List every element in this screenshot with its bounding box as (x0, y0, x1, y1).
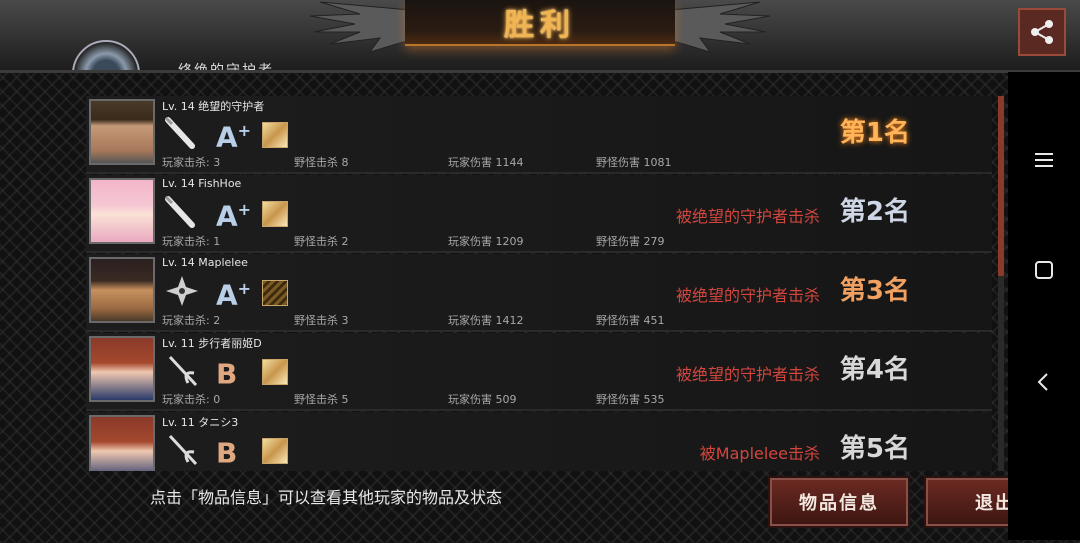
monster-damage: 野怪伤害 535 (596, 393, 665, 406)
player-level-name: Lv. 14 FishHoe (162, 177, 242, 190)
menu-icon[interactable] (1032, 148, 1056, 172)
player-portrait[interactable] (89, 415, 155, 471)
right-wing-ornament-icon (670, 1, 771, 53)
player-kills: 玩家击杀: 1 (162, 235, 221, 248)
bat-icon (162, 195, 202, 229)
victory-title: 胜利 (504, 8, 576, 43)
killed-by-text: 被Maplelee击杀 (699, 444, 820, 463)
player-row[interactable]: Lv. 11 タニシ3 B 被Maplelee击杀 第5名 (86, 412, 992, 471)
monster-damage: 野怪伤害 451 (596, 314, 665, 327)
monster-kills: 野怪击杀 5 (294, 393, 349, 406)
grade-badge: A+ (216, 199, 252, 233)
player-damage: 玩家伤害 1144 (448, 156, 524, 169)
share-icon (1031, 20, 1053, 44)
player-portrait[interactable] (89, 178, 155, 244)
player-row[interactable]: Lv. 14 绝望的守护者 A+ 玩家击杀: 3 野怪击杀 8 玩家伤害 1144 野怪伤… (86, 96, 992, 174)
item-info-button[interactable]: 物品信息 (768, 476, 910, 528)
player-level-name: Lv. 14 Maplelee (162, 256, 248, 269)
home-icon[interactable] (1032, 258, 1056, 282)
item-icon[interactable] (262, 201, 288, 227)
item-icon[interactable] (262, 438, 288, 464)
rank-label: 第3名 (839, 276, 910, 306)
android-nav-bar (1008, 72, 1080, 540)
player-row[interactable]: Lv. 11 步行者丽姬D B 玩家击杀: 0 野怪击杀 5 玩家伤害 509 野怪伤害 … (86, 333, 992, 411)
monster-damage: 野怪伤害 1081 (596, 156, 672, 169)
player-kills: 玩家击杀: 0 (162, 393, 221, 406)
item-icon[interactable] (262, 122, 288, 148)
item-icon[interactable] (262, 280, 288, 306)
player-damage: 玩家伤害 509 (448, 393, 517, 406)
bat-icon (162, 116, 202, 150)
share-button[interactable] (1018, 8, 1066, 56)
player-row[interactable]: Lv. 14 Maplelee A+ 玩家击杀: 2 野怪击杀 3 玩家伤害 1412 野… (86, 254, 992, 332)
player-portrait[interactable] (89, 99, 155, 165)
rank-label: 第1名 (839, 118, 910, 148)
rank-label: 第4名 (839, 355, 910, 385)
player-level-name: Lv. 14 绝望的守护者 (162, 100, 265, 113)
title-banner: 胜利 (405, 0, 675, 46)
footer-hint: 点击「物品信息」可以查看其他玩家的物品及状态 (150, 488, 503, 507)
player-results-list[interactable]: Lv. 14 绝望的守护者 A+ 玩家击杀: 3 野怪击杀 8 玩家伤害 1144 野怪伤… (86, 96, 994, 471)
player-level-name: Lv. 11 タニシ3 (162, 416, 239, 429)
rapier-icon (162, 353, 202, 387)
killed-by-text: 被绝望的守护者击杀 (675, 286, 820, 305)
monster-kills: 野怪击杀 8 (294, 156, 349, 169)
player-row[interactable]: Lv. 14 FishHoe A+ 玩家击杀: 1 野怪击杀 2 玩家伤害 1209 野怪… (86, 175, 992, 253)
player-damage: 玩家伤害 1209 (448, 235, 524, 248)
player-portrait[interactable] (89, 336, 155, 402)
killed-by-text: 被绝望的守护者击杀 (675, 365, 820, 384)
monster-kills: 野怪击杀 3 (294, 314, 349, 327)
rank-label: 第2名 (839, 197, 910, 227)
left-wing-ornament-icon (309, 1, 410, 53)
killed-by-text: 被绝望的守护者击杀 (675, 207, 820, 226)
rank-label: 第5名 (839, 434, 910, 464)
player-portrait[interactable] (89, 257, 155, 323)
monster-damage: 野怪伤害 279 (596, 235, 665, 248)
list-scrollbar[interactable] (998, 96, 1004, 471)
grade-badge: B (216, 357, 238, 391)
player-kills: 玩家击杀: 2 (162, 314, 221, 327)
player-kills: 玩家击杀: 3 (162, 156, 221, 169)
grade-badge: A+ (216, 120, 252, 154)
grade-badge: A+ (216, 278, 252, 312)
scrollbar-thumb[interactable] (998, 96, 1004, 276)
player-damage: 玩家伤害 1412 (448, 314, 524, 327)
monster-kills: 野怪击杀 2 (294, 235, 349, 248)
grade-badge: B (216, 436, 238, 470)
rapier-icon (162, 432, 202, 466)
back-icon[interactable] (1032, 370, 1056, 394)
shuriken-icon (162, 274, 202, 308)
item-icon[interactable] (262, 359, 288, 385)
player-level-name: Lv. 11 步行者丽姬D (162, 337, 262, 350)
